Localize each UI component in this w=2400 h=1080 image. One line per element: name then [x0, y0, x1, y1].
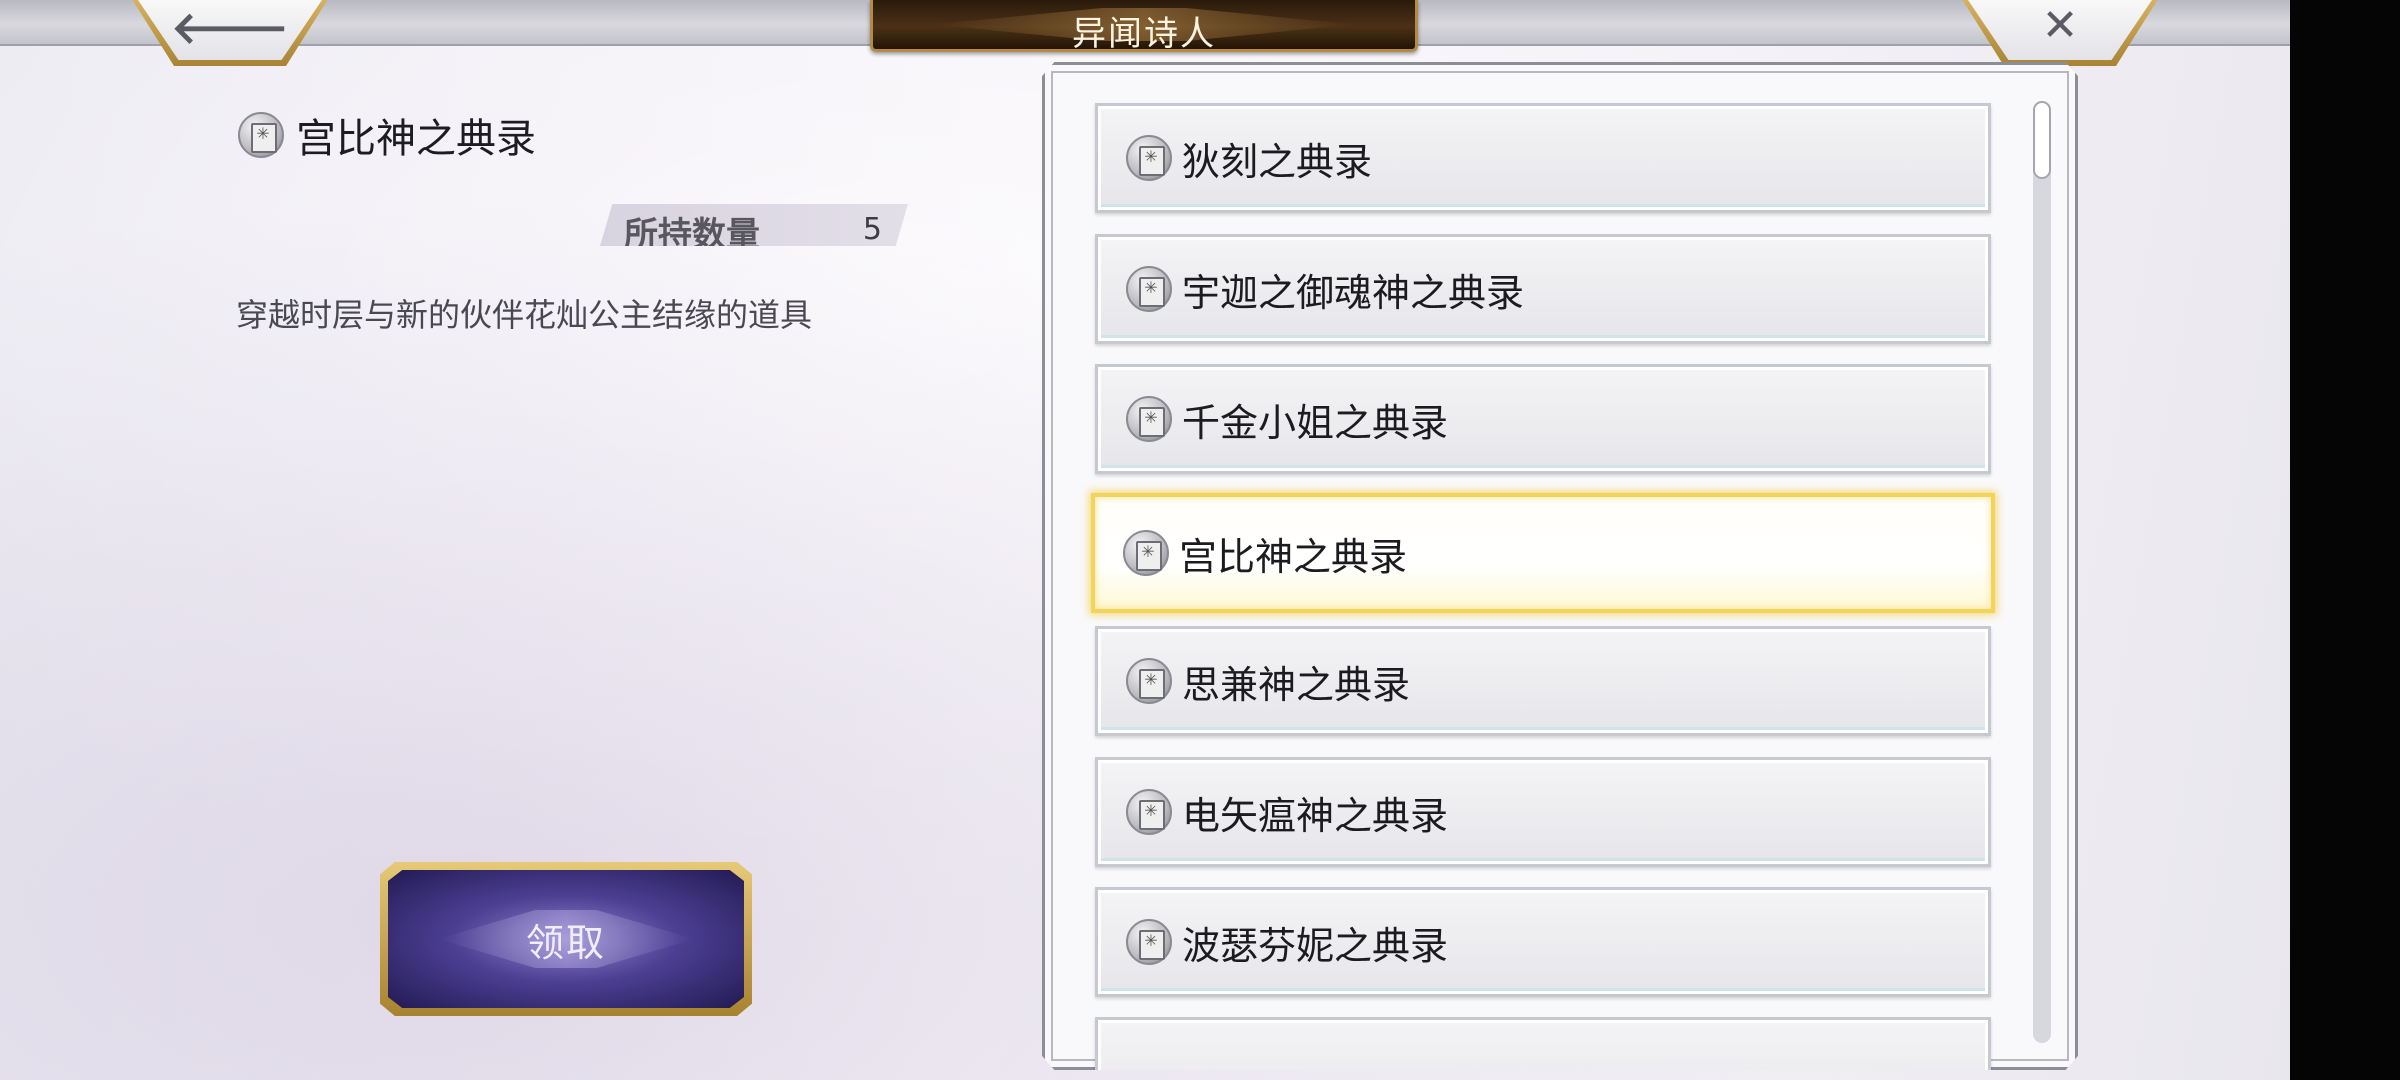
list-item-label: 思兼神之典录 [1182, 662, 1411, 707]
book-icon [1126, 135, 1172, 181]
book-icon [1126, 789, 1172, 835]
book-icon [1126, 919, 1172, 965]
list-item-label: 宇迦之御魂神之典录 [1182, 270, 1525, 315]
book-icon [1126, 396, 1172, 442]
game-screen: 🡐 异闻诗人 ✕ 宫比神之典录 所持数量 5 穿越时层与新的伙伴花灿公主结缘的道… [0, 0, 2290, 1080]
list-item[interactable]: 电矢瘟神之典录 [1095, 757, 1991, 867]
detail-title: 宫比神之典录 [238, 108, 536, 162]
item-description: 穿越时层与新的伙伴花灿公主结缘的道具 [236, 296, 813, 334]
list-item[interactable]: 思兼神之典录 [1095, 626, 1991, 736]
page-title: 异闻诗人 [1072, 14, 1216, 54]
list-item[interactable]: 千金小姐之典录 [1095, 364, 1991, 474]
list-item[interactable]: 狄刻之典录 [1095, 103, 1991, 213]
list-item-label: 狄刻之典录 [1182, 139, 1373, 184]
list-item[interactable]: 波瑟芬妮之典录 [1095, 887, 1991, 997]
book-icon [1126, 266, 1172, 312]
back-button[interactable]: 🡐 [130, 0, 330, 66]
list-item-label: 宫比神之典录 [1179, 534, 1408, 579]
list-item-label: 波瑟芬妮之典录 [1182, 923, 1449, 968]
close-icon: ✕ [2041, 0, 2079, 51]
item-name: 宫比神之典录 [296, 116, 536, 162]
list-item[interactable] [1095, 1017, 1991, 1070]
scrollbar-track[interactable] [2033, 101, 2051, 1043]
book-icon [1123, 530, 1169, 576]
book-icon [238, 112, 284, 158]
claim-button-label: 领取 [525, 921, 606, 965]
list-item[interactable]: 宇迦之御魂神之典录 [1095, 234, 1991, 344]
quantity-label: 所持数量 [624, 215, 760, 255]
quantity-bar: 所持数量 5 [600, 204, 908, 246]
item-list-panel: 狄刻之典录 宇迦之御魂神之典录 千金小姐之典录 宫比神之典录 思兼神之典录 电矢… [1042, 62, 2078, 1070]
scrollbar-thumb[interactable] [2033, 101, 2051, 179]
book-icon [1126, 658, 1172, 704]
list-item-label: 千金小姐之典录 [1182, 400, 1449, 445]
list-item-label: 电矢瘟神之典录 [1182, 793, 1449, 838]
close-button[interactable]: ✕ [1960, 0, 2160, 66]
screen-edge [2290, 0, 2400, 1080]
quantity-value: 5 [862, 212, 882, 247]
title-plate: 异闻诗人 [870, 0, 1418, 54]
claim-button[interactable]: 领取 [380, 862, 752, 1016]
list-item-selected[interactable]: 宫比神之典录 [1091, 493, 1995, 613]
